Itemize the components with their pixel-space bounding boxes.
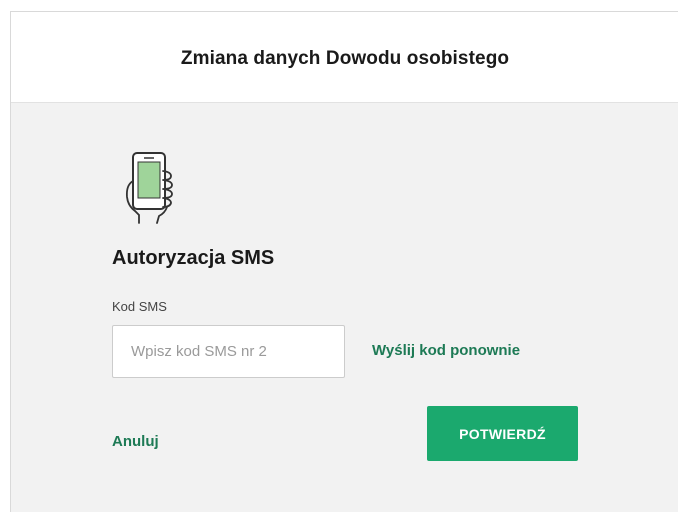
confirm-button[interactable]: POTWIERDŹ bbox=[427, 406, 578, 461]
cancel-link[interactable]: Anuluj bbox=[112, 433, 159, 450]
resend-code-link[interactable]: Wyślij kod ponownie bbox=[372, 342, 520, 359]
phone-icon bbox=[125, 152, 173, 224]
sms-authorization-dialog: Zmiana danych Dowodu osobistego Autoryza… bbox=[10, 11, 678, 512]
section-title: Autoryzacja SMS bbox=[112, 247, 275, 269]
sms-code-label: Kod SMS bbox=[112, 299, 167, 314]
sms-code-input[interactable] bbox=[112, 325, 345, 378]
dialog-header: Zmiana danych Dowodu osobistego bbox=[11, 12, 678, 103]
dialog-title: Zmiana danych Dowodu osobistego bbox=[180, 48, 510, 69]
